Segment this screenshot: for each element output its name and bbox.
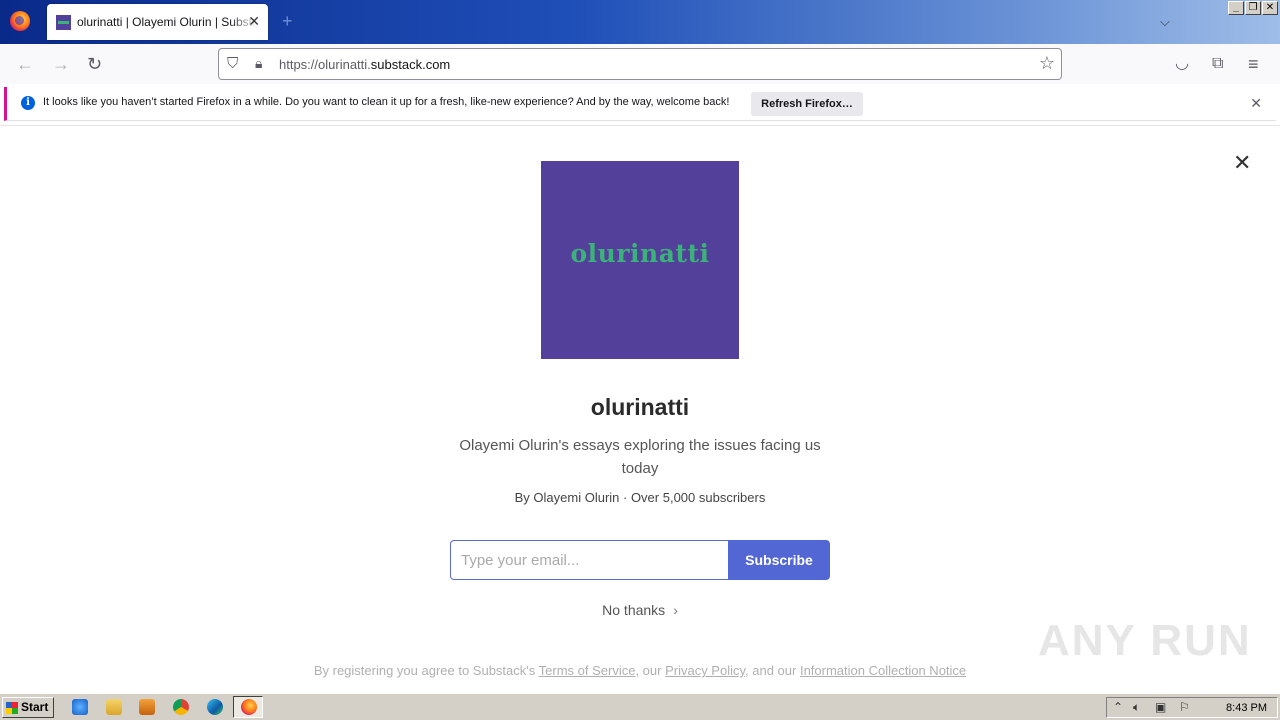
browser-tab-active[interactable]: olurinatti | Olayemi Olurin | Substack ✕: [47, 4, 268, 40]
windows-taskbar: Start ⌃ 🔈︎ ▣ ⚐ 8:43 PM: [0, 693, 1280, 720]
new-tab-plus-icon[interactable]: +: [282, 12, 293, 30]
taskbar-firefox-active[interactable]: [233, 696, 263, 718]
restore-window-icon[interactable]: ❐: [1245, 1, 1261, 15]
substack-subscribe-page: ✕ olurinatti olurinatti Olayemi Olurin's…: [0, 125, 1280, 693]
refresh-firefox-notification: i It looks like you haven’t started Fire…: [4, 87, 1276, 121]
media-player-icon[interactable]: [139, 699, 155, 715]
show-hidden-icons-chevron-up-icon[interactable]: ⌃: [1113, 700, 1123, 714]
notification-message: It looks like you haven’t started Firefo…: [43, 96, 730, 108]
chevron-right-icon: ›: [673, 602, 678, 618]
clock[interactable]: 8:43 PM: [1226, 702, 1267, 714]
notification-close-icon[interactable]: ✕: [1250, 95, 1262, 112]
publication-logo: olurinatti: [541, 161, 739, 359]
lock-icon[interactable]: 🔒︎: [255, 55, 262, 72]
network-icon[interactable]: ▣: [1155, 700, 1166, 714]
minimize-window-icon[interactable]: _: [1228, 1, 1244, 15]
terms-of-service-link[interactable]: Terms of Service: [539, 663, 636, 678]
anyrun-watermark: ANY RUN: [1038, 616, 1252, 665]
reload-icon[interactable]: ↻: [87, 54, 102, 74]
tab-favicon-icon: [56, 15, 71, 30]
start-button[interactable]: Start: [2, 697, 54, 718]
url-bar[interactable]: ⛉ 🔒︎ https://olurinatti.substack.com ☆: [218, 48, 1062, 80]
bookmark-star-icon[interactable]: ☆: [1039, 53, 1055, 74]
subscribe-form: Subscribe: [450, 540, 830, 580]
navigation-toolbar: ← → ↻ ⛉ 🔒︎ https://olurinatti.substack.c…: [0, 44, 1280, 84]
publication-description: Olayemi Olurin's essays exploring the is…: [459, 437, 821, 477]
close-window-icon[interactable]: ✕: [1262, 1, 1278, 15]
window-controls: _ ❐ ✕: [1228, 1, 1278, 15]
tab-close-icon[interactable]: ✕: [248, 14, 260, 28]
system-tray: ⌃ 🔈︎ ▣ ⚐ 8:43 PM: [1106, 697, 1278, 718]
extensions-puzzle-icon[interactable]: ⧉: [1212, 54, 1223, 74]
menu-hamburger-icon[interactable]: ≡: [1248, 54, 1259, 74]
edge-icon[interactable]: [207, 699, 223, 715]
logo-text: olurinatti: [570, 239, 710, 268]
file-explorer-folder-icon[interactable]: [106, 699, 122, 715]
firefox-icon: [241, 699, 257, 715]
refresh-firefox-button[interactable]: Refresh Firefox…: [751, 92, 863, 116]
volume-speaker-icon[interactable]: 🔈︎: [1133, 700, 1140, 715]
firefox-logo-icon[interactable]: [10, 11, 30, 31]
close-icon[interactable]: ✕: [1233, 152, 1251, 174]
pocket-icon[interactable]: ◡: [1175, 54, 1189, 74]
action-center-flag-icon[interactable]: ⚐: [1179, 700, 1190, 714]
information-collection-notice-link[interactable]: Information Collection Notice: [800, 663, 966, 678]
page-title: olurinatti: [590, 394, 690, 420]
chrome-icon[interactable]: [173, 699, 189, 715]
browser-tab-bar: olurinatti | Olayemi Olurin | Substack ✕…: [0, 0, 1280, 44]
internet-explorer-icon[interactable]: [72, 699, 88, 715]
tracking-protection-shield-icon[interactable]: ⛉: [227, 55, 238, 72]
publication-meta: By Olayemi Olurin · Over 5,000 subscribe…: [514, 490, 766, 505]
email-input[interactable]: [450, 540, 728, 580]
windows-flag-icon: [6, 702, 18, 714]
info-icon: i: [21, 96, 35, 110]
list-all-tabs-chevron-down-icon[interactable]: ⌵: [1160, 14, 1170, 30]
back-arrow-icon[interactable]: ←: [16, 54, 34, 74]
privacy-policy-link[interactable]: Privacy Policy: [665, 663, 745, 678]
subscribe-button[interactable]: Subscribe: [728, 540, 830, 580]
url-text[interactable]: https://olurinatti.substack.com: [279, 57, 450, 72]
forward-arrow-icon[interactable]: →: [52, 54, 70, 74]
tab-title: olurinatti | Olayemi Olurin | Substack: [77, 15, 257, 29]
